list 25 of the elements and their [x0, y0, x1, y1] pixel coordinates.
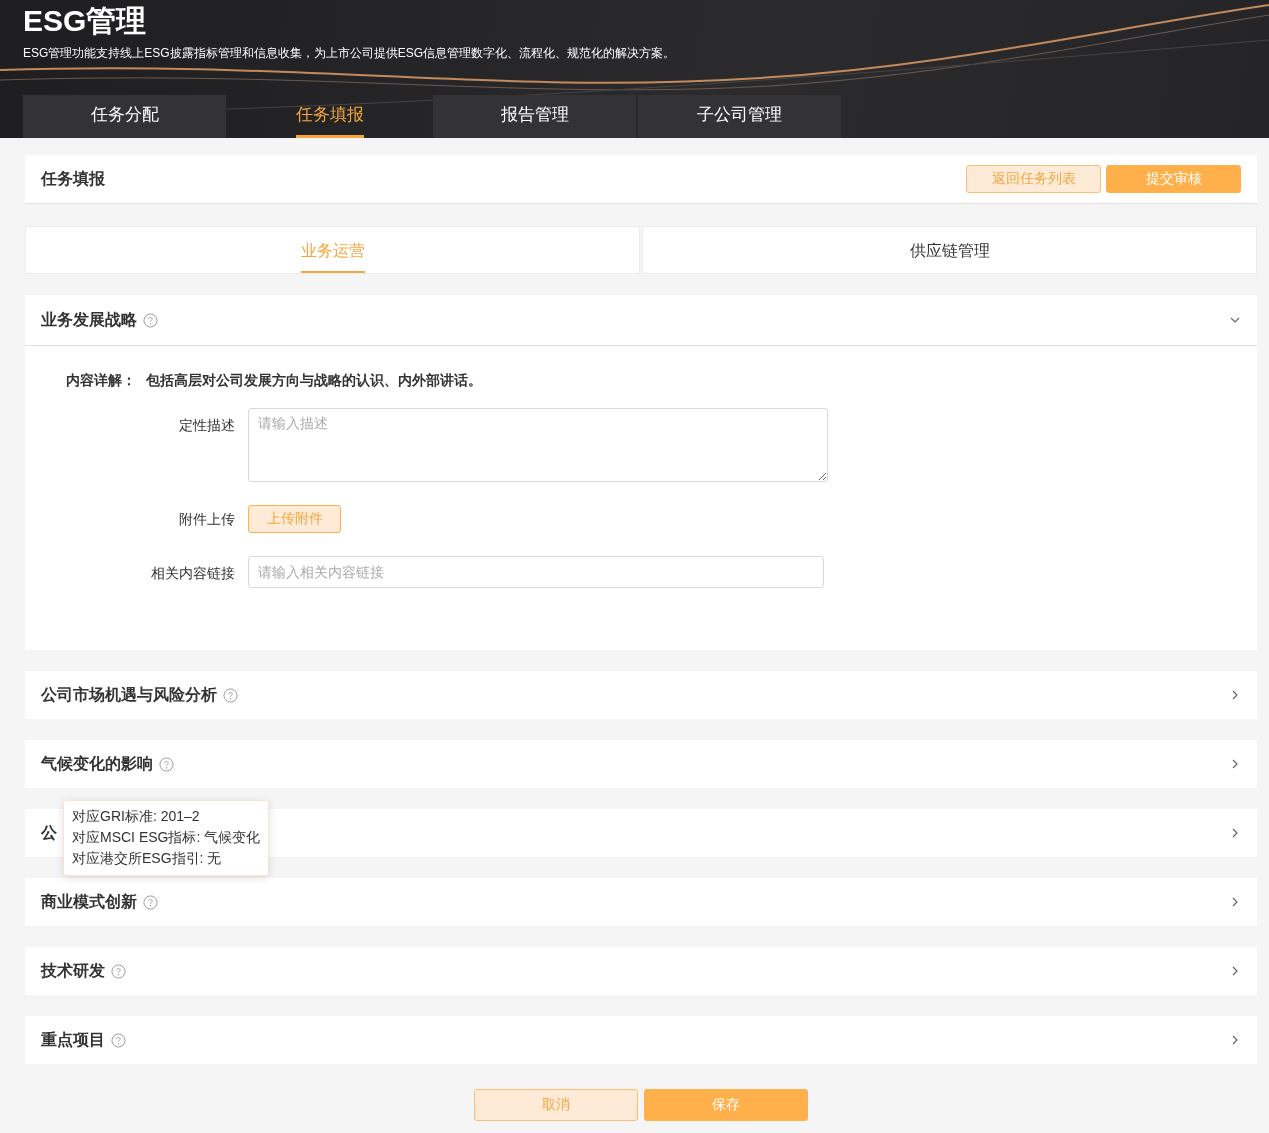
section-title[interactable]: 商业模式创新	[41, 891, 137, 913]
section-title[interactable]: 业务发展战略	[41, 309, 137, 331]
main-tab[interactable]: 报告管理	[433, 95, 636, 138]
link-input-field[interactable]: 请输入相关内容链接	[248, 556, 824, 588]
sub-tab[interactable]: 供应链管理	[642, 226, 1257, 274]
description-field[interactable]: 请输入描述	[248, 408, 828, 482]
main-tab[interactable]: 任务分配	[23, 95, 226, 138]
field-label: 定性描述	[178, 416, 236, 435]
detail-label: 内容详解：	[66, 372, 136, 388]
field-label: 相关内容链接	[150, 564, 236, 583]
tooltip-line: 对应GRI标准: 201–2	[72, 807, 201, 826]
section-title[interactable]: 重点项目	[41, 1029, 105, 1051]
main-tab[interactable]: 子公司管理	[638, 95, 841, 138]
section-title[interactable]: 技术研发	[41, 960, 105, 982]
field-label: 附件上传	[178, 510, 236, 529]
task-title: 任务填报	[41, 168, 105, 189]
section-title[interactable]: 公司市场机遇与风险分析	[41, 684, 217, 706]
detail-text: 包括高层对公司发展方向与战略的认识、内外部讲话。	[146, 372, 482, 388]
page-title: ESG管理	[22, 3, 148, 39]
tooltip-line: 对应MSCI ESG指标: 气候变化	[72, 828, 261, 847]
main-tab[interactable]: 任务填报	[228, 95, 431, 138]
section-title[interactable]: 气候变化的影响	[41, 753, 153, 775]
page-subtitle: ESG管理功能支持线上ESG披露指标管理和信息收集，为上市公司提供ESG信息管理数字化、流程化、规范化的解决方案。	[23, 45, 677, 61]
section-title[interactable]: 公	[41, 822, 57, 844]
tooltip-line: 对应港交所ESG指引: 无	[72, 849, 223, 868]
